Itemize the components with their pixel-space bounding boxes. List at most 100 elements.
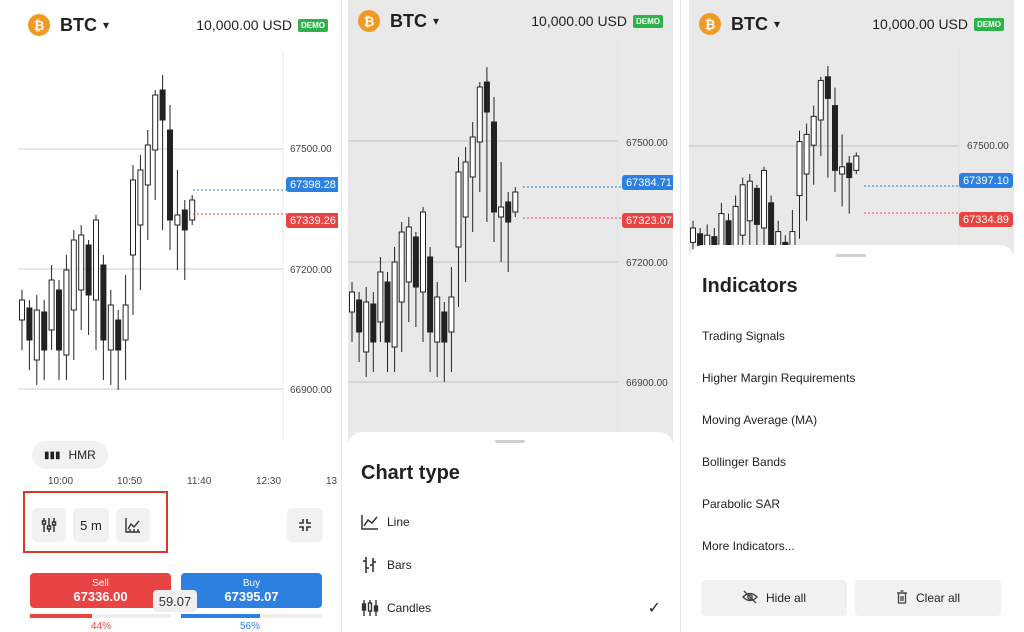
app-header: ₿ BTC ▾ 10,000.00 USD DEMO: [689, 0, 1014, 48]
candle-body: [48, 279, 55, 331]
option-label: Bars: [387, 558, 412, 572]
bitcoin-icon: ₿: [699, 13, 721, 35]
candle-body: [824, 76, 831, 99]
candle-body: [505, 201, 512, 223]
hide-all-label: Hide all: [765, 591, 807, 605]
candle-body: [159, 89, 166, 121]
indicator-item-higher-margin[interactable]: Higher Margin Requirements: [702, 371, 1002, 385]
panel-divider: [680, 0, 681, 632]
candle-body: [370, 303, 377, 343]
chevron-down-icon[interactable]: ▾: [433, 14, 439, 28]
indicator-item-moving-average[interactable]: Moving Average (MA): [702, 413, 1002, 427]
candle-body: [498, 206, 505, 218]
collapse-icon: [299, 519, 311, 531]
chart-type-sheet: Chart type Line Bars Candles ✓: [348, 432, 673, 632]
candle-body: [412, 236, 419, 288]
hmr-label: HMR: [68, 448, 96, 462]
ask-price-tag: 67397.10: [959, 173, 1013, 188]
candles-chart-icon: [361, 600, 379, 616]
indicators-icon: [41, 518, 57, 532]
chart-type-screen-panel: ₿ BTC ▾ 10,000.00 USD DEMO 67500.00 6720…: [348, 0, 673, 632]
candle-body: [832, 105, 838, 171]
hmr-indicator-chip[interactable]: ▮▮▮ HMR: [32, 441, 108, 469]
chevron-down-icon[interactable]: ▾: [774, 17, 780, 31]
buy-label: Buy: [242, 577, 261, 589]
indicators-button[interactable]: [32, 508, 66, 542]
candle-body: [796, 141, 803, 197]
spread-value: 59.07: [153, 590, 197, 612]
price-axis-label: 67500.00: [290, 144, 332, 155]
chart-type-option-candles[interactable]: Candles ✓: [361, 598, 661, 618]
candle-body: [19, 299, 25, 321]
clear-all-label: Clear all: [915, 591, 960, 605]
candle-body: [839, 166, 846, 175]
trash-icon: [896, 589, 908, 607]
indicator-label: Higher Margin Requirements: [702, 371, 856, 385]
candle-body: [483, 81, 490, 113]
clear-all-button[interactable]: Clear all: [855, 580, 1001, 616]
candle-body: [189, 199, 196, 221]
ask-price-tag: 67384.71: [622, 175, 673, 190]
candle-body: [100, 264, 107, 341]
collapse-button[interactable]: [287, 508, 323, 542]
price-axis-label: 67500.00: [626, 138, 668, 149]
option-label: Candles: [387, 601, 432, 615]
hide-all-button[interactable]: Hide all: [701, 580, 847, 616]
buy-sentiment-bar: [181, 614, 322, 618]
candle-body: [85, 244, 92, 296]
line-chart-icon: [361, 515, 378, 530]
candle-body: [93, 219, 99, 301]
asset-selector[interactable]: BTC: [731, 14, 768, 35]
sheet-handle[interactable]: [495, 440, 525, 443]
candle-body: [349, 291, 355, 313]
account-balance: 10,000.00 USD: [531, 13, 627, 29]
time-axis-label: 12:30: [256, 476, 282, 487]
candle-body: [122, 304, 129, 341]
sheet-handle[interactable]: [836, 254, 866, 257]
more-indicators-link[interactable]: More Indicators...: [702, 539, 1002, 553]
option-label: Line: [387, 515, 410, 529]
price-axis-label: 67200.00: [626, 258, 668, 269]
candle-body: [398, 231, 405, 303]
asset-selector[interactable]: BTC: [390, 11, 427, 32]
buy-percent: 56%: [240, 621, 261, 632]
candle-body: [167, 129, 173, 221]
candle-body: [33, 309, 40, 361]
sell-button[interactable]: Sell 67336.00: [30, 573, 171, 608]
time-axis-label: 10:00: [48, 476, 74, 487]
candle-body: [853, 155, 860, 171]
buy-button[interactable]: Buy 67395.07: [181, 573, 322, 608]
candle-body: [356, 299, 363, 333]
chevron-down-icon[interactable]: ▾: [103, 18, 109, 32]
indicator-item-bollinger-bands[interactable]: Bollinger Bands: [702, 455, 1002, 469]
sell-sentiment-bar: [30, 614, 171, 618]
sheet-title: Indicators: [702, 275, 798, 297]
asset-selector[interactable]: BTC: [60, 15, 97, 36]
checkmark-icon: ✓: [647, 600, 661, 617]
candle-body: [78, 234, 85, 291]
price-chart[interactable]: [18, 50, 338, 440]
candle-body: [803, 133, 810, 175]
bars-chart-icon: [363, 557, 376, 573]
chart-type-option-bars[interactable]: Bars: [361, 556, 661, 574]
candle-body: [41, 311, 48, 351]
indicator-item-parabolic-sar[interactable]: Parabolic SAR: [702, 497, 1002, 511]
candle-body: [753, 187, 760, 225]
candle-body: [130, 179, 136, 256]
chart-type-option-line[interactable]: Line: [361, 514, 661, 530]
candle-body: [26, 307, 33, 341]
timeframe-button[interactable]: 5 m: [73, 508, 109, 542]
demo-badge: DEMO: [974, 17, 1004, 31]
bid-price-tag: 67334.89: [959, 212, 1013, 227]
indicators-sheet: Indicators Trading Signals Higher Margin…: [689, 245, 1014, 632]
bid-price-tag: 67339.26: [286, 213, 338, 228]
candle-body: [491, 121, 497, 213]
candle-body: [384, 281, 391, 343]
account-balance: 10,000.00 USD: [872, 16, 968, 32]
indicator-item-trading-signals[interactable]: Trading Signals: [702, 329, 1002, 343]
chart-type-button[interactable]: [116, 508, 150, 542]
demo-badge: DEMO: [298, 18, 328, 32]
candle-body: [70, 239, 77, 311]
candle-body: [152, 94, 159, 151]
bitcoin-icon: ₿: [28, 14, 50, 36]
